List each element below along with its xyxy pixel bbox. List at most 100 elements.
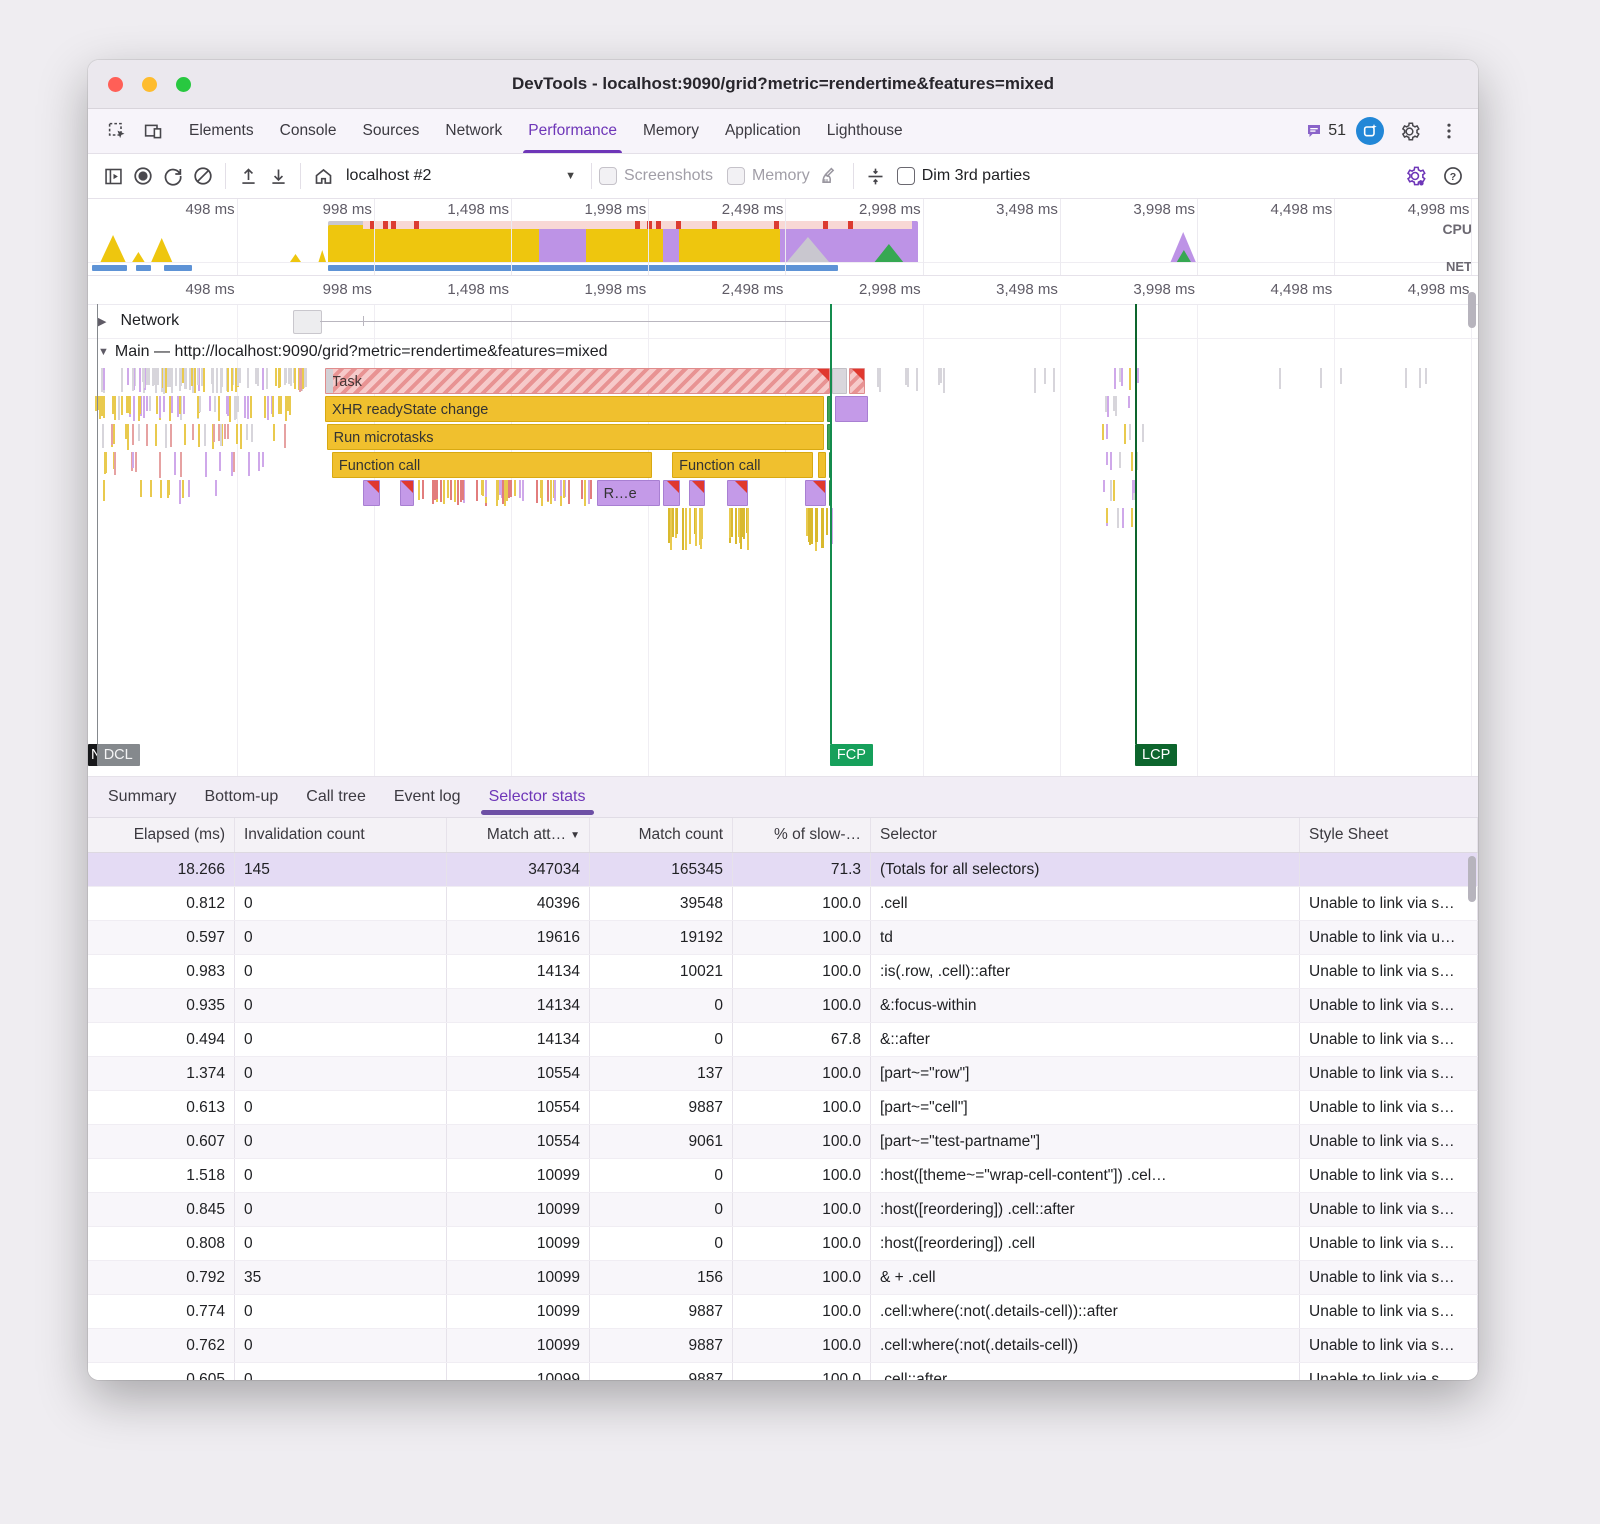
table-scrollbar-thumb[interactable] [1468, 856, 1476, 902]
upload-profile-icon[interactable] [233, 161, 263, 191]
overview-tick-label: 4,498 ms [1242, 201, 1332, 218]
reload-and-record-icon[interactable] [158, 161, 188, 191]
column-header-match-count[interactable]: Match count [590, 818, 733, 852]
more-options-icon[interactable] [1434, 116, 1464, 146]
help-icon[interactable]: ? [1438, 161, 1468, 191]
tab-selector-stats[interactable]: Selector stats [475, 777, 600, 817]
table-row[interactable]: 0.6130105549887100.0[part~="cell"]Unable… [88, 1091, 1478, 1125]
column-header--of-slow-[interactable]: % of slow-… [733, 818, 871, 852]
lcp-marker-line [1135, 304, 1137, 744]
cell-selector: .cell [871, 887, 1300, 920]
table-row[interactable]: 0.98301413410021100.0:is(.row, .cell)::a… [88, 955, 1478, 989]
cell-elapsed-ms-: 0.774 [88, 1295, 235, 1328]
tab-call-tree[interactable]: Call tree [292, 777, 380, 817]
memory-checkbox[interactable]: Memory [727, 167, 810, 185]
flame-bar[interactable] [849, 368, 865, 394]
cell-style-sheet: Unable to link via s… [1300, 887, 1478, 920]
tab-network[interactable]: Network [432, 109, 515, 153]
flame-bar-function-call[interactable]: Function call [672, 452, 813, 478]
column-header-style-sheet[interactable]: Style Sheet [1300, 818, 1478, 852]
cell-style-sheet: Unable to link via s… [1300, 1295, 1478, 1328]
fcp-marker-badge[interactable]: FCP [830, 744, 873, 766]
table-row[interactable]: 0.81204039639548100.0.cellUnable to link… [88, 887, 1478, 921]
lcp-marker-badge[interactable]: LCP [1135, 744, 1177, 766]
cell-match-att-: 10554 [447, 1057, 590, 1090]
tab-console[interactable]: Console [267, 109, 350, 153]
capture-settings-gear-icon[interactable] [1400, 161, 1430, 191]
flame-bar[interactable] [363, 480, 380, 506]
dim-3rd-parties-checkbox[interactable]: Dim 3rd parties [897, 167, 1030, 185]
tab-bottom-up[interactable]: Bottom-up [190, 777, 292, 817]
console-messages-badge[interactable]: 51 [1305, 122, 1346, 140]
history-select[interactable]: localhost #2 ▼ [338, 167, 584, 185]
main-track-header[interactable]: ▼ Main — http://localhost:9090/grid?metr… [88, 338, 1478, 366]
table-row[interactable]: 18.26614534703416534571.3(Totals for all… [88, 853, 1478, 887]
collapse-tracks-icon[interactable] [861, 161, 891, 191]
tab-application[interactable]: Application [712, 109, 814, 153]
device-toolbar-icon[interactable] [138, 116, 168, 146]
table-row[interactable]: 0.494014134067.8&::afterUnable to link v… [88, 1023, 1478, 1057]
overview-tick-label: 1,498 ms [419, 201, 509, 218]
tab-performance[interactable]: Performance [515, 109, 630, 153]
table-row[interactable]: 0.8080100990100.0:host([reordering]) .ce… [88, 1227, 1478, 1261]
table-row[interactable]: 0.6050100999887100.0.cell::afterUnable t… [88, 1363, 1478, 1380]
table-row[interactable]: 0.7620100999887100.0.cell:where(:not(.de… [88, 1329, 1478, 1363]
flame-ruler: 498 ms998 ms1,498 ms1,998 ms2,498 ms2,99… [88, 276, 1478, 305]
table-row[interactable]: 0.59701961619192100.0tdUnable to link vi… [88, 921, 1478, 955]
table-row[interactable]: 1.5180100990100.0:host([theme~="wrap-cel… [88, 1159, 1478, 1193]
screenshots-checkbox[interactable]: Screenshots [599, 167, 713, 185]
clear-recording-icon[interactable] [188, 161, 218, 191]
flame-bar-run-microtasks[interactable]: Run microtasks [327, 424, 825, 450]
inspect-element-icon[interactable] [102, 116, 132, 146]
flame-bar-xhr-readystate-change[interactable]: XHR readyState change [325, 396, 824, 422]
flame-bar[interactable] [835, 396, 868, 422]
table-row[interactable]: 1.374010554137100.0[part~="row"]Unable t… [88, 1057, 1478, 1091]
column-header-match-att-[interactable]: Match att…▼ [447, 818, 590, 852]
network-request[interactable] [293, 310, 321, 334]
main-track-label: Main — http://localhost:9090/grid?metric… [109, 343, 608, 361]
tab-lighthouse[interactable]: Lighthouse [814, 109, 916, 153]
cell-invalidation-count: 0 [235, 1057, 447, 1090]
disclosure-triangle-icon[interactable]: ▼ [88, 346, 109, 358]
tab-sources[interactable]: Sources [350, 109, 433, 153]
download-profile-icon[interactable] [263, 161, 293, 191]
timeline-overview[interactable]: CPU NET 498 ms998 ms1,498 ms1,998 ms2,49… [88, 199, 1478, 276]
table-row[interactable]: 0.7923510099156100.0& + .cellUnable to l… [88, 1261, 1478, 1295]
dcl-marker-badge[interactable]: DCL [97, 744, 140, 766]
table-row[interactable]: 0.6070105549061100.0[part~="test-partnam… [88, 1125, 1478, 1159]
cell-match-att-: 347034 [447, 853, 590, 886]
cell-style-sheet: Unable to link via s… [1300, 1091, 1478, 1124]
record-icon[interactable] [128, 161, 158, 191]
column-header-elapsed-ms-[interactable]: Elapsed (ms) [88, 818, 235, 852]
flame-bar[interactable] [663, 480, 681, 506]
flame-bar-function-call[interactable]: Function call [332, 452, 652, 478]
flame-chart[interactable]: 498 ms998 ms1,498 ms1,998 ms2,498 ms2,99… [88, 276, 1478, 777]
cell-invalidation-count: 0 [235, 1363, 447, 1380]
table-row[interactable]: 0.9350141340100.0&:focus-withinUnable to… [88, 989, 1478, 1023]
column-header-invalidation-count[interactable]: Invalidation count [235, 818, 447, 852]
flame-bar[interactable] [818, 452, 826, 478]
flame-bar[interactable] [727, 480, 748, 506]
table-row[interactable]: 0.7740100999887100.0.cell:where(:not(.de… [88, 1295, 1478, 1329]
garbage-collect-icon[interactable] [816, 161, 846, 191]
cell-selector: .cell:where(:not(.details-cell))::after [871, 1295, 1300, 1328]
cell-selector: & + .cell [871, 1261, 1300, 1294]
tab-memory[interactable]: Memory [630, 109, 712, 153]
flame-bar[interactable] [689, 480, 705, 506]
flame-bar[interactable] [400, 480, 414, 506]
column-header-selector[interactable]: Selector [871, 818, 1300, 852]
toggle-sidebar-icon[interactable] [98, 161, 128, 191]
home-icon[interactable] [308, 161, 338, 191]
flame-tick-label: 1,498 ms [419, 281, 509, 298]
flame-bar[interactable] [832, 368, 847, 394]
flame-scrollbar-thumb[interactable] [1468, 292, 1476, 328]
tab-event-log[interactable]: Event log [380, 777, 475, 817]
table-row[interactable]: 0.8450100990100.0:host([reordering]) .ce… [88, 1193, 1478, 1227]
tab-summary[interactable]: Summary [94, 777, 190, 817]
flame-bar[interactable] [805, 480, 826, 506]
tab-elements[interactable]: Elements [176, 109, 267, 153]
ai-assistance-icon[interactable] [1356, 117, 1384, 145]
flame-bar-r-e[interactable]: R…e [597, 480, 660, 506]
settings-gear-icon[interactable] [1394, 116, 1424, 146]
flame-bar-task[interactable]: Task [325, 368, 830, 394]
